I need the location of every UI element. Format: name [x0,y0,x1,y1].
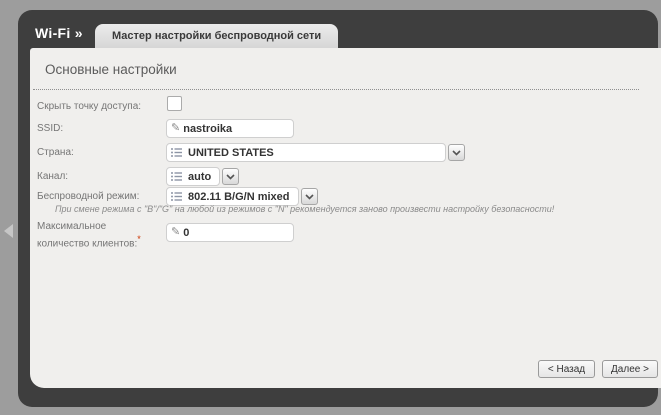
sidebar-collapse-arrow-icon[interactable] [4,224,13,238]
tab-wireless-wizard[interactable]: Мастер настройки беспроводной сети [95,24,338,49]
page-title: Основные настройки [45,62,177,77]
channel-select-box[interactable]: auto [166,167,220,186]
country-select[interactable]: UNITED STATES [166,143,465,162]
wireless-mode-label: Беспроводной режим: [37,190,163,203]
max-clients-label: Максимальное количество клиентов:* [37,220,155,250]
wireless-mode-dropdown-button[interactable] [301,188,318,205]
wireless-mode-value: 802.11 B/G/N mixed [188,191,290,203]
router-admin-page: Wi-Fi » Мастер настройки беспроводной се… [0,0,661,415]
ssid-label: SSID: [37,122,163,135]
chevron-down-icon [452,150,461,156]
settings-content: Основные настройки Скрыть точку доступа:… [30,48,661,388]
hide-ap-label: Скрыть точку доступа: [37,100,163,113]
list-icon [171,171,182,182]
pencil-icon: ✎ [171,123,180,134]
list-icon [171,147,182,158]
back-button[interactable]: < Назад [538,360,595,378]
hide-ap-checkbox[interactable] [167,96,182,111]
country-value: UNITED STATES [188,147,274,159]
channel-dropdown-button[interactable] [222,168,239,185]
required-asterisk: * [137,234,141,244]
channel-value: auto [188,171,211,183]
mode-change-note: При смене режима с "B"/"G" на любой из р… [55,204,647,214]
country-dropdown-button[interactable] [448,144,465,161]
section-heading-wrap: Основные настройки [33,61,639,90]
channel-label: Канал: [37,170,163,183]
country-select-box[interactable]: UNITED STATES [166,143,446,162]
pencil-icon: ✎ [171,227,180,238]
max-clients-input[interactable] [183,224,289,241]
chevron-down-icon [226,174,235,180]
chevron-down-icon [305,194,314,200]
list-icon [171,191,182,202]
country-label: Страна: [37,146,163,159]
next-button[interactable]: Далее > [602,360,658,378]
channel-select[interactable]: auto [166,167,239,186]
max-clients-field-wrap: ✎ [166,223,294,242]
ssid-field-wrap: ✎ [166,119,294,138]
section-title: Wi-Fi » [35,25,83,41]
ssid-input[interactable] [183,120,289,137]
